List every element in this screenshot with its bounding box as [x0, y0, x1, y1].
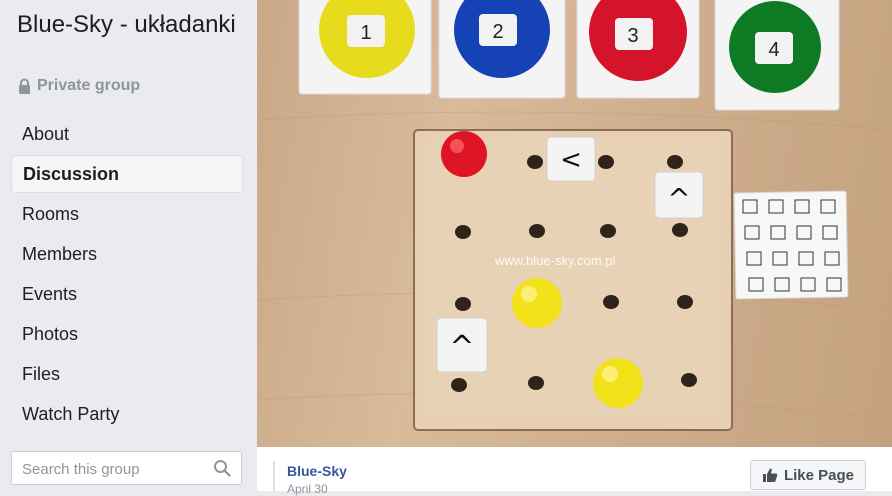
nav-item-files[interactable]: Files [11, 355, 243, 393]
post-author[interactable]: Blue-Sky [287, 463, 347, 479]
privacy-label: Private group [37, 77, 141, 94]
task-card [733, 190, 849, 300]
nav-item-members[interactable]: Members [11, 235, 243, 273]
like-page-button[interactable]: Like Page [750, 460, 866, 490]
card-4-number: 4 [768, 39, 779, 61]
puzzle-photo-illustration: 1 2 3 4 < ^ ^ www.blue-sky.com.pl [257, 0, 892, 431]
divider [273, 461, 275, 491]
yellow-ball [593, 358, 643, 408]
yellow-ball [512, 278, 562, 328]
nav-item-photos[interactable]: Photos [11, 315, 243, 353]
post-footer: Blue-Sky April 30 Like Page [257, 447, 892, 496]
card-3-number: 3 [627, 25, 638, 47]
nav-item-watch-party[interactable]: Watch Party [11, 395, 243, 433]
nav-item-events[interactable]: Events [11, 275, 243, 313]
nav-item-about[interactable]: About [11, 115, 243, 153]
arrow-tile-label: ^ [667, 182, 690, 215]
arrow-tile-label: ^ [449, 330, 474, 365]
privacy-status: Private group [17, 77, 140, 95]
group-sidebar: Blue-Sky - układanki Private group About… [0, 0, 257, 491]
card-1-number: 1 [360, 22, 371, 44]
card-2-number: 2 [492, 21, 503, 43]
post-photo[interactable]: 1 2 3 4 < ^ ^ www.blue-sky.com.pl [257, 0, 892, 447]
nav-item-discussion[interactable]: Discussion [11, 155, 243, 193]
nav-item-rooms[interactable]: Rooms [11, 195, 243, 233]
group-search [11, 451, 242, 486]
search-input[interactable] [12, 452, 214, 486]
photo-watermark: www.blue-sky.com.pl [494, 253, 616, 268]
red-ball [441, 131, 487, 177]
like-page-label: Like Page [783, 466, 855, 484]
group-title[interactable]: Blue-Sky - układanki [17, 10, 247, 39]
thumbs-up-icon [762, 468, 778, 482]
search-icon[interactable] [213, 459, 231, 477]
lock-icon [19, 78, 30, 94]
arrow-tile-label: < [560, 145, 582, 175]
group-nav: About Discussion Rooms Members Events Ph… [11, 115, 243, 435]
post-date[interactable]: April 30 [287, 482, 328, 496]
